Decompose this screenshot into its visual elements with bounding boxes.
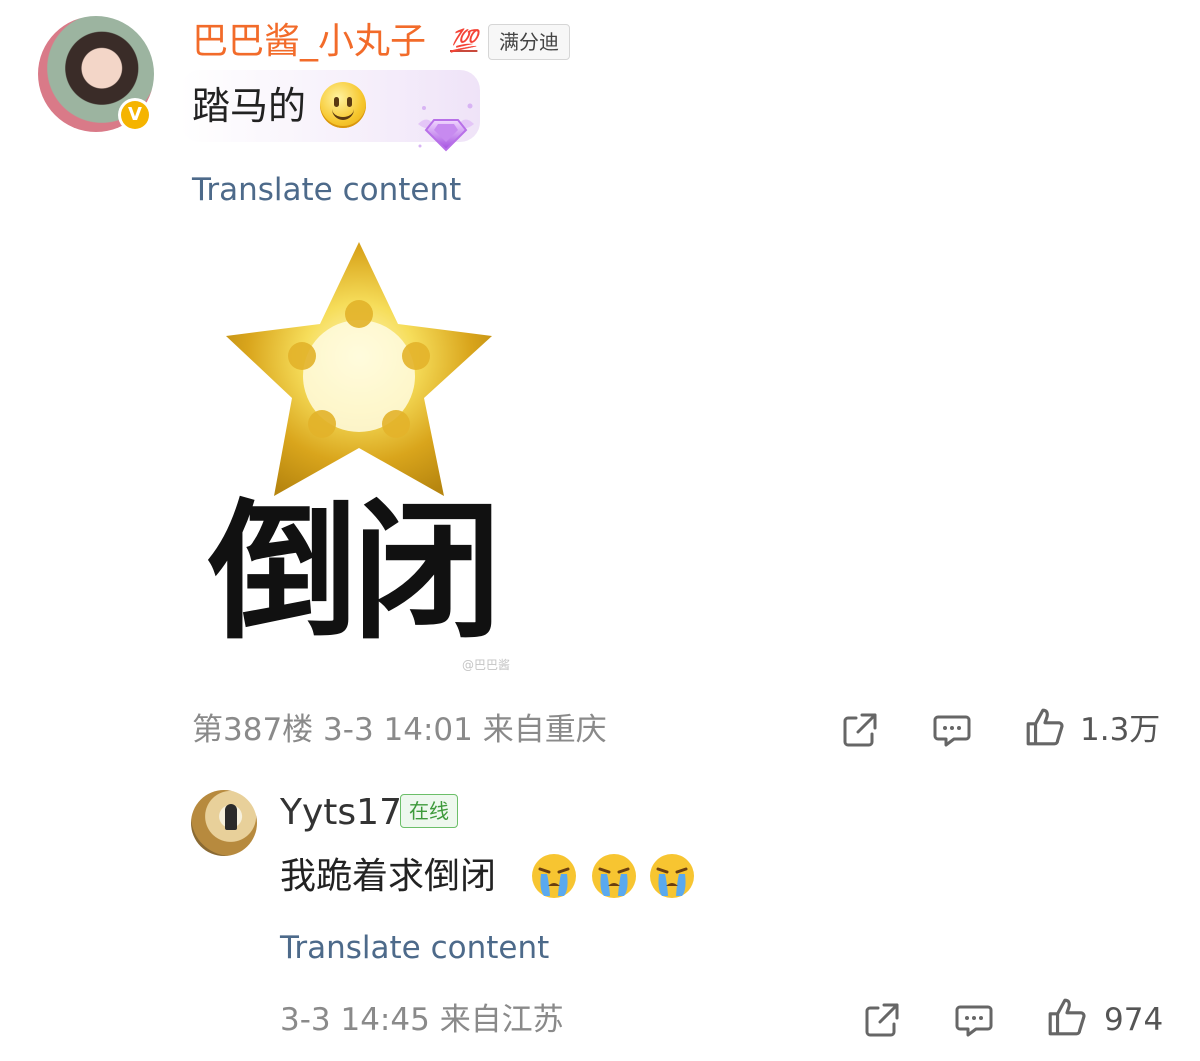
comment-meta-main: 第387楼 3-3 14:01 来自重庆: [192, 708, 607, 752]
share-icon[interactable]: [862, 1000, 902, 1040]
comment-location: 来自江苏: [439, 1002, 564, 1038]
comment-meta-reply: 3-3 14:45 来自江苏: [280, 998, 564, 1042]
crying-face-icon: [592, 854, 636, 898]
comment-icon[interactable]: [932, 710, 972, 750]
crying-face-icon: [650, 854, 694, 898]
hundred-points-icon: 💯: [450, 29, 478, 54]
smiley-icon: [320, 82, 366, 128]
sticker-caption: 倒闭: [207, 486, 496, 660]
diamond-wings-icon: [418, 103, 474, 152]
avatar-reply-user[interactable]: [191, 790, 257, 856]
username-main[interactable]: 巴巴酱_小丸子: [192, 20, 426, 64]
fan-badge[interactable]: 满分迪: [488, 24, 570, 60]
comment-icon[interactable]: [954, 1000, 994, 1040]
online-status-badge: 在线: [400, 794, 458, 828]
verified-badge-icon: V: [118, 98, 152, 132]
thumbs-up-icon[interactable]: [1046, 996, 1088, 1038]
verified-badge-label: V: [121, 101, 149, 129]
translate-content-link[interactable]: Translate content: [280, 928, 549, 968]
sticker-watermark: @巴巴酱: [462, 658, 511, 672]
crying-face-icon: [532, 854, 576, 898]
comment-text-reply: 我跪着求倒闭: [280, 856, 497, 897]
comment-text-main: 踏马的: [192, 84, 307, 128]
comment-location: 来自重庆: [482, 712, 607, 748]
username-reply[interactable]: Yyts17: [280, 790, 402, 836]
like-count-reply: 974: [1104, 1002, 1164, 1038]
comment-time: 3-3 14:45: [280, 1002, 430, 1038]
comment-time: 3-3 14:01: [323, 712, 473, 748]
share-icon[interactable]: [840, 710, 880, 750]
translate-content-link[interactable]: Translate content: [192, 170, 461, 210]
like-count-main: 1.3万: [1080, 712, 1161, 748]
thumbs-up-icon[interactable]: [1024, 706, 1066, 748]
floor-number: 第387楼: [192, 712, 314, 748]
sticker-image[interactable]: 倒闭: [192, 226, 522, 676]
